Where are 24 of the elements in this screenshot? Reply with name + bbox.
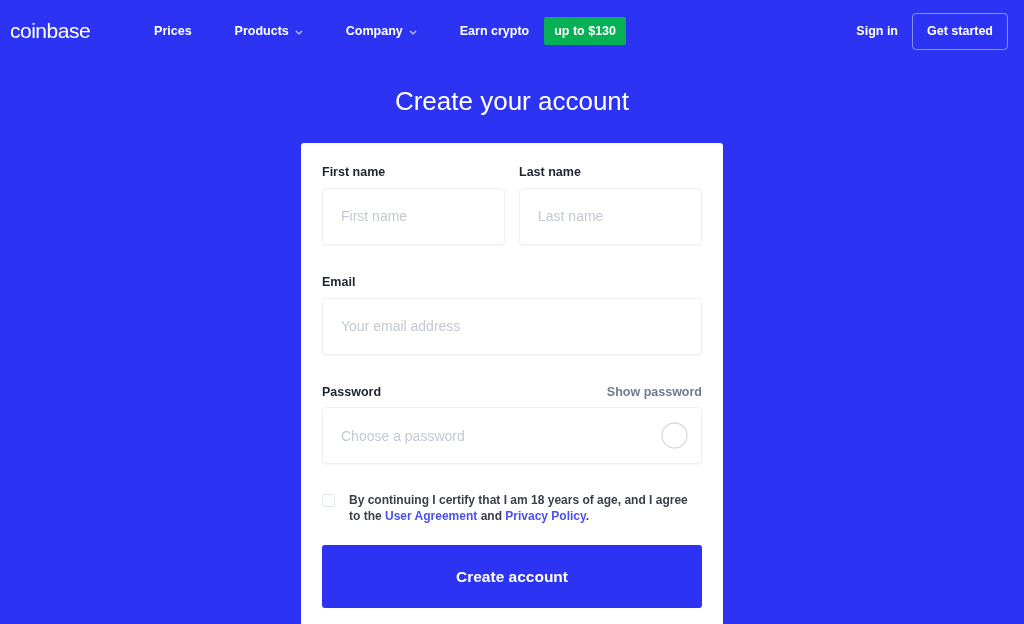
- field-label: Last name: [519, 164, 582, 181]
- input-field[interactable]: First name: [322, 187, 505, 245]
- input-field[interactable]: Your email address: [322, 297, 702, 355]
- field-label: First name: [322, 164, 387, 181]
- field-label: Email: [322, 273, 357, 291]
- sign-in-link[interactable]: Sign in: [856, 21, 898, 41]
- nav-link[interactable]: Earn crypto: [459, 21, 530, 41]
- logo[interactable]: coinbase: [10, 15, 91, 47]
- privacy-policy-link[interactable]: Privacy Policy: [505, 509, 586, 524]
- create-account-button[interactable]: Create account: [322, 545, 702, 609]
- promo-badge: up to $130: [544, 16, 627, 46]
- show-password-link[interactable]: Show password: [606, 382, 702, 402]
- get-started-button[interactable]: Get started: [912, 12, 1008, 50]
- nav-link[interactable]: Company: [345, 21, 403, 41]
- field-label: Password: [322, 383, 382, 401]
- nav-link[interactable]: Prices: [154, 21, 192, 41]
- nav-link[interactable]: Products: [234, 21, 289, 41]
- user-agreement-link[interactable]: User Agreement: [385, 509, 478, 524]
- consent-checkbox[interactable]: [322, 494, 335, 508]
- page-heading: Create your account: [394, 85, 630, 118]
- strength-circle-icon: [661, 422, 688, 450]
- input-field[interactable]: Choose a password: [322, 407, 702, 465]
- consent-text: By continuing I certify that I am 18 years of age, and I agree to the User Agreement and Privacy Policy.: [349, 492, 689, 525]
- input-field[interactable]: Last name: [519, 187, 702, 245]
